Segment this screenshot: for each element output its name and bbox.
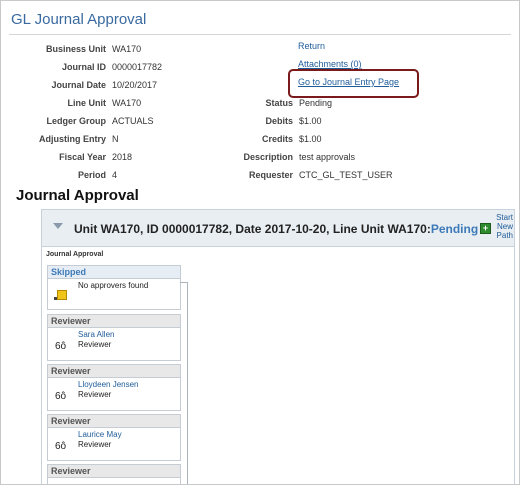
- field-label-adjusting-entry: Adjusting Entry: [39, 134, 106, 144]
- approval-panel: Unit WA170, ID 0000017782, Date 2017-10-…: [41, 209, 515, 484]
- approver-role: Reviewer: [78, 340, 112, 349]
- approval-stage-skipped: Skipped No approvers found: [47, 265, 181, 310]
- field-label-requester: Requester: [248, 170, 293, 180]
- approval-stage-reviewer: Reviewer 6ô Sara Allen Reviewer: [47, 314, 181, 361]
- attachments-link[interactable]: Attachments (0): [298, 59, 362, 69]
- approver-name-link[interactable]: Lloydeen Jensen: [78, 380, 139, 389]
- journal-approval-inner-label: Journal Approval: [46, 251, 104, 258]
- field-value-credits: $1.00: [299, 134, 322, 144]
- stage-header: Reviewer: [48, 315, 180, 328]
- return-link[interactable]: Return: [298, 41, 325, 51]
- stage-header: Reviewer: [48, 365, 180, 378]
- field-value-fiscal-year: 2018: [112, 152, 133, 162]
- field-label-line-unit: Line Unit: [67, 98, 107, 108]
- start-new-path-line-3[interactable]: Path: [491, 231, 513, 240]
- glasses-icon: 6ô: [55, 341, 67, 352]
- field-value-debits: $1.00: [299, 116, 322, 126]
- approver-role: Reviewer: [78, 440, 112, 449]
- approval-header-status: Pending: [430, 222, 479, 236]
- section-title-journal-approval: Journal Approval: [16, 187, 139, 204]
- field-value-journal-date: 10/20/2017: [112, 80, 158, 90]
- field-value-journal-id: 0000017782: [112, 62, 163, 72]
- page-frame: GL Journal Approval Business Unit WA170 …: [0, 0, 520, 485]
- field-value-line-unit: WA170: [112, 98, 142, 108]
- approver-role: Reviewer: [78, 390, 112, 399]
- plus-icon[interactable]: +: [480, 223, 491, 234]
- approver-name-link[interactable]: Sara Allen: [78, 330, 114, 339]
- field-label-period: Period: [77, 170, 106, 180]
- collapse-triangle-icon[interactable]: [53, 223, 63, 229]
- field-label-business-unit: Business Unit: [45, 44, 106, 54]
- highlight-annotation-box: [288, 69, 419, 98]
- approval-header-title: Unit WA170, ID 0000017782, Date 2017-10-…: [74, 222, 478, 236]
- field-label-debits: Debits: [265, 116, 293, 126]
- approval-stage-reviewer: Reviewer 6ô Lloydeen Jensen Reviewer: [47, 364, 181, 411]
- no-approvers-text: No approvers found: [78, 281, 149, 290]
- approval-path-connector: [180, 282, 188, 484]
- field-value-ledger-group: ACTUALS: [112, 116, 154, 126]
- start-new-path-link[interactable]: Start New Path: [491, 213, 513, 240]
- title-divider: [9, 34, 511, 35]
- stage-body: 6ô Lloydeen Jensen Reviewer: [48, 378, 180, 410]
- approval-header-text: Unit WA170, ID 0000017782, Date 2017-10-…: [74, 222, 431, 236]
- stage-body: No approvers found: [48, 279, 180, 311]
- stage-body: 6ô Laurice May Reviewer: [48, 428, 180, 460]
- stage-header: Reviewer: [48, 415, 180, 428]
- field-value-business-unit: WA170: [112, 44, 142, 54]
- field-value-adjusting-entry: N: [112, 134, 119, 144]
- field-label-journal-id: Journal ID: [61, 62, 106, 72]
- field-value-period: 4: [112, 170, 118, 180]
- approval-stage-reviewer: Reviewer 6ô Laurice May Reviewer: [47, 414, 181, 461]
- approval-stage-reviewer: Reviewer: [47, 464, 181, 484]
- warning-icon-marker: [54, 297, 57, 300]
- field-label-journal-date: Journal Date: [51, 80, 106, 90]
- stage-header: Skipped: [48, 266, 180, 279]
- glasses-icon: 6ô: [55, 441, 67, 452]
- field-value-requester: CTC_GL_TEST_USER: [299, 170, 393, 180]
- field-label-status: Status: [265, 98, 293, 108]
- warning-icon: [57, 290, 67, 300]
- field-value-status: Pending: [299, 98, 333, 108]
- stage-header: Reviewer: [48, 465, 180, 478]
- page-title: GL Journal Approval: [11, 11, 147, 28]
- start-new-path-line-2[interactable]: New: [491, 222, 513, 231]
- field-value-description: test approvals: [299, 152, 356, 162]
- approver-name-link[interactable]: Laurice May: [78, 430, 122, 439]
- field-label-description: Description: [243, 152, 293, 162]
- approval-panel-header: Unit WA170, ID 0000017782, Date 2017-10-…: [42, 210, 514, 247]
- field-label-fiscal-year: Fiscal Year: [59, 152, 106, 162]
- start-new-path-line-1[interactable]: Start: [491, 213, 513, 222]
- stage-body: 6ô Sara Allen Reviewer: [48, 328, 180, 360]
- glasses-icon: 6ô: [55, 391, 67, 402]
- field-label-credits: Credits: [261, 134, 293, 144]
- field-label-ledger-group: Ledger Group: [46, 116, 106, 126]
